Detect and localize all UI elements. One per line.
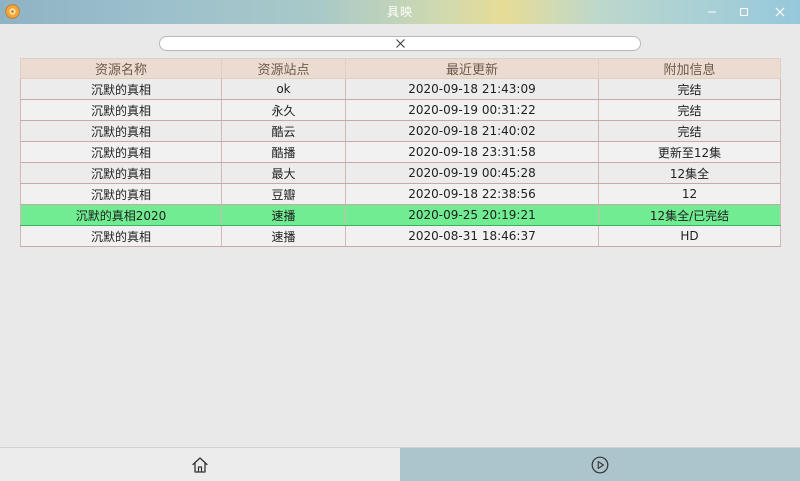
cell-info: 12集全: [598, 162, 781, 184]
cell-info: 12集全/已完结: [598, 204, 781, 226]
table-row[interactable]: 沉默的真相 最大 2020-09-19 00:45:28 12集全: [20, 162, 781, 184]
cell-info: 更新至12集: [598, 141, 781, 163]
cell-name: 沉默的真相: [20, 162, 222, 184]
cell-info: HD: [598, 225, 781, 247]
cell-name: 沉默的真相2020: [20, 204, 222, 226]
close-button[interactable]: [764, 0, 796, 24]
cell-site: 酷云: [221, 120, 346, 142]
cell-site: 速播: [221, 225, 346, 247]
cell-name: 沉默的真相: [20, 225, 222, 247]
column-header-updated[interactable]: 最近更新: [345, 58, 599, 79]
maximize-button[interactable]: [728, 0, 760, 24]
cell-updated: 2020-09-18 21:43:09: [345, 78, 599, 100]
cell-name: 沉默的真相: [20, 141, 222, 163]
home-icon: [192, 456, 208, 473]
cell-info: 完结: [598, 99, 781, 121]
table-row[interactable]: 沉默的真相 豆瓣 2020-09-18 22:38:56 12: [20, 183, 781, 205]
cell-updated: 2020-09-18 23:31:58: [345, 141, 599, 163]
cell-updated: 2020-09-19 00:31:22: [345, 99, 599, 121]
cell-updated: 2020-08-31 18:46:37: [345, 225, 599, 247]
minimize-button[interactable]: [696, 0, 728, 24]
cell-site: 最大: [221, 162, 346, 184]
cell-updated: 2020-09-18 21:40:02: [345, 120, 599, 142]
bottom-nav-bar: [0, 447, 800, 481]
cell-site: 速播: [221, 204, 346, 226]
cell-updated: 2020-09-19 00:45:28: [345, 162, 599, 184]
cell-updated: 2020-09-25 20:19:21: [345, 204, 599, 226]
column-header-info[interactable]: 附加信息: [598, 58, 781, 79]
cell-site: ok: [221, 78, 346, 100]
cell-name: 沉默的真相: [20, 78, 222, 100]
cell-info: 12: [598, 183, 781, 205]
title-bar[interactable]: 具映: [0, 0, 800, 24]
cell-name: 沉默的真相: [20, 183, 222, 205]
cell-name: 沉默的真相: [20, 120, 222, 142]
maximize-icon: [740, 8, 748, 16]
table-row[interactable]: 沉默的真相 酷播 2020-09-18 23:31:58 更新至12集: [20, 141, 781, 163]
cell-site: 豆瓣: [221, 183, 346, 205]
resource-table: 资源名称 资源站点 最近更新 附加信息 沉默的真相 ok 2020-09-18 …: [20, 58, 781, 247]
close-icon: [395, 39, 405, 48]
window-title: 具映: [386, 5, 413, 19]
cell-updated: 2020-09-18 22:38:56: [345, 183, 599, 205]
clear-search-button[interactable]: [393, 37, 407, 50]
table-row[interactable]: 沉默的真相 酷云 2020-09-18 21:40:02 完结: [20, 120, 781, 142]
column-header-name[interactable]: 资源名称: [20, 58, 222, 79]
cell-info: 完结: [598, 120, 781, 142]
table-row[interactable]: 沉默的真相 永久 2020-09-19 00:31:22 完结: [20, 99, 781, 121]
search-input[interactable]: [159, 36, 641, 51]
cell-site: 酷播: [221, 141, 346, 163]
cell-name: 沉默的真相: [20, 99, 222, 121]
table-row-selected[interactable]: 沉默的真相2020 速播 2020-09-25 20:19:21 12集全/已完…: [20, 204, 781, 226]
play-circle-icon: [591, 456, 609, 473]
table-row[interactable]: 沉默的真相 速播 2020-08-31 18:46:37 HD: [20, 225, 781, 247]
cell-site: 永久: [221, 99, 346, 121]
close-icon: [775, 7, 785, 17]
nav-play-tab[interactable]: [400, 448, 800, 481]
column-header-site[interactable]: 资源站点: [221, 58, 346, 79]
table-row[interactable]: 沉默的真相 ok 2020-09-18 21:43:09 完结: [20, 78, 781, 100]
table-header-row: 资源名称 资源站点 最近更新 附加信息: [20, 58, 781, 79]
nav-home-tab[interactable]: [0, 448, 400, 481]
cell-info: 完结: [598, 78, 781, 100]
minimize-icon: [708, 11, 716, 13]
